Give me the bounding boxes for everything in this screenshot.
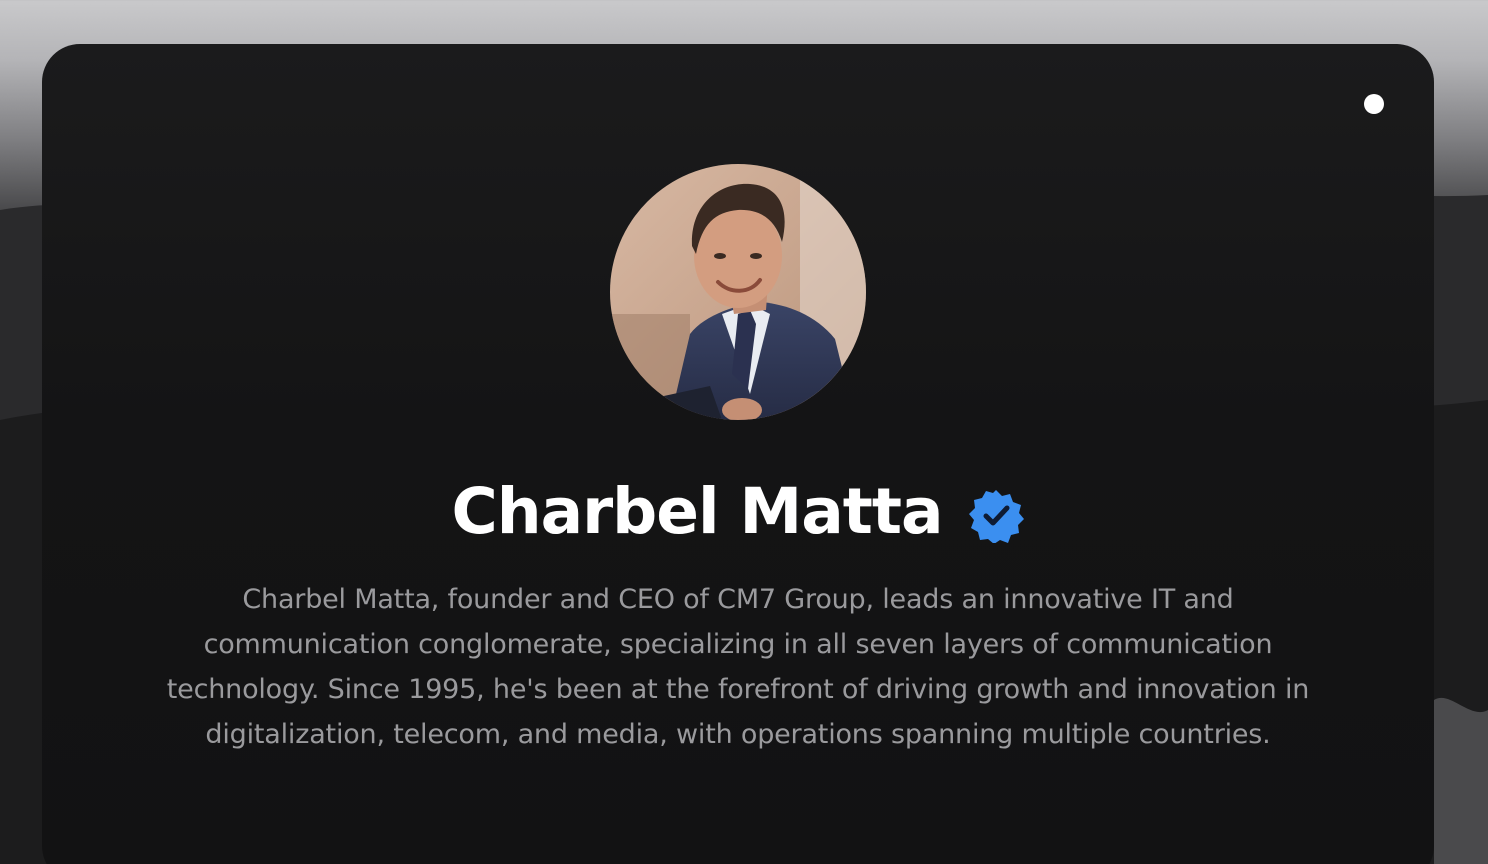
verified-badge-icon [969, 490, 1025, 543]
profile-bio: Charbel Matta, founder and CEO of CM7 Gr… [166, 584, 1310, 750]
avatar [610, 164, 866, 420]
profile-name: Charbel Matta [451, 475, 944, 548]
profile-photo-icon [610, 164, 866, 420]
status-dot[interactable] [1364, 94, 1384, 114]
name-row: Charbel Matta [42, 470, 1434, 554]
profile-card: Charbel Matta Charbel Matta, founder and… [42, 44, 1434, 864]
